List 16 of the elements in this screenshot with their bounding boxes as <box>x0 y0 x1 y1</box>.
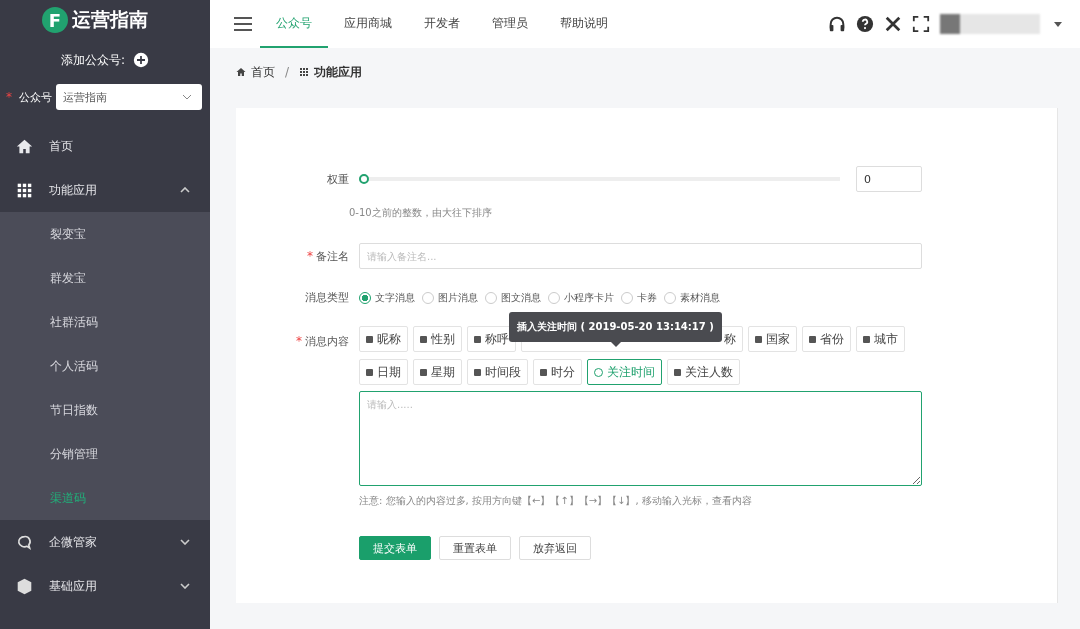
logo-icon: F <box>42 7 68 33</box>
field-label: 备注名 <box>316 249 349 263</box>
note-text: 注意: 您输入的内容过多, 按用方向键【←】【↑】【→】【↓】, 移动输入光标，查看内容 <box>359 494 753 508</box>
breadcrumb-separator: / <box>285 65 290 79</box>
required-mark: * <box>296 334 302 348</box>
field-label: 消息类型 <box>304 290 350 305</box>
required-mark: * <box>307 248 313 263</box>
breadcrumb-current: 功能应用 <box>314 63 363 81</box>
required-mark: * <box>6 90 12 104</box>
add-account-label: 添加公众号: <box>60 51 125 69</box>
field-label: 消息内容 <box>305 335 349 348</box>
hint-text: 0-10之前的整数，由大往下排序 <box>349 206 493 220</box>
field-label: 权重 <box>326 171 350 187</box>
tooltip: 插入关注时间 ( 2019-05-20 13:14:17 ) <box>509 312 722 342</box>
brand-name: 运营指南 <box>72 7 148 32</box>
account-label: 公众号 <box>19 89 52 105</box>
